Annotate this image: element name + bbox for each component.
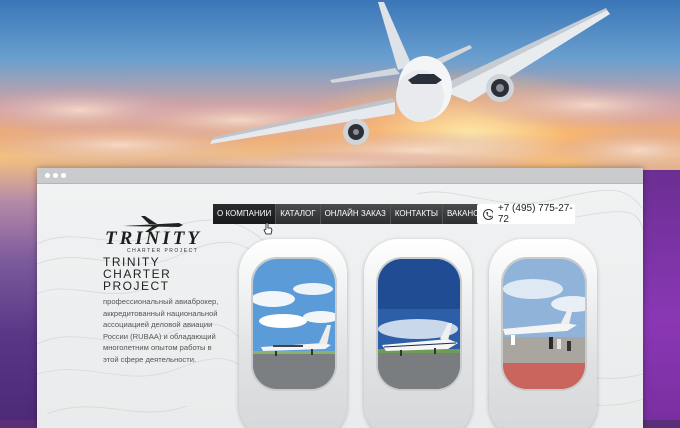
jet-photo xyxy=(251,257,337,391)
nav-item-contacts[interactable]: КОНТАКТЫ xyxy=(391,204,443,224)
porthole-photo-2[interactable] xyxy=(364,239,472,428)
jet-photo xyxy=(376,257,462,391)
window-dot-icon xyxy=(61,173,66,178)
phone-box[interactable]: +7 (495) 775-27-72 xyxy=(477,203,575,225)
title-line: PROJECT xyxy=(103,279,170,293)
nav-item-about[interactable]: О КОМПАНИИ xyxy=(213,204,277,224)
main-nav: О КОМПАНИИ КАТАЛОГ ОНЛАЙН ЗАКАЗ КОНТАКТЫ… xyxy=(213,204,495,224)
website-page: TRINITY CHARTER PROJECT О КОМПАНИИ КАТАЛ… xyxy=(37,184,643,428)
logo-wordmark: TRINITY xyxy=(105,228,202,249)
nav-item-catalog[interactable]: КАТАЛОГ xyxy=(276,204,321,224)
business-jet-image xyxy=(503,259,585,389)
company-title: TRINITY CHARTER PROJECT xyxy=(103,256,171,292)
business-jet-image xyxy=(378,259,460,389)
business-jet-image xyxy=(253,259,335,389)
porthole-photo-3[interactable] xyxy=(489,239,597,428)
phone-icon xyxy=(483,208,493,220)
window-dot-icon xyxy=(45,173,50,178)
company-description: профессиональный авиаброкер, аккредитова… xyxy=(103,297,219,364)
phone-number: +7 (495) 775-27-72 xyxy=(497,203,573,225)
browser-window: TRINITY CHARTER PROJECT О КОМПАНИИ КАТАЛ… xyxy=(37,168,643,428)
nav-item-online-order[interactable]: ОНЛАЙН ЗАКАЗ xyxy=(321,204,391,224)
browser-titlebar xyxy=(37,168,643,184)
hand-cursor-icon xyxy=(263,222,273,235)
porthole-photo-1[interactable] xyxy=(239,239,347,428)
jet-photo xyxy=(501,257,587,391)
trinity-logo[interactable]: TRINITY CHARTER PROJECT xyxy=(101,214,201,254)
logo-subtext: CHARTER PROJECT xyxy=(127,248,199,254)
window-dot-icon xyxy=(53,173,58,178)
airliner-illustration xyxy=(210,2,610,145)
